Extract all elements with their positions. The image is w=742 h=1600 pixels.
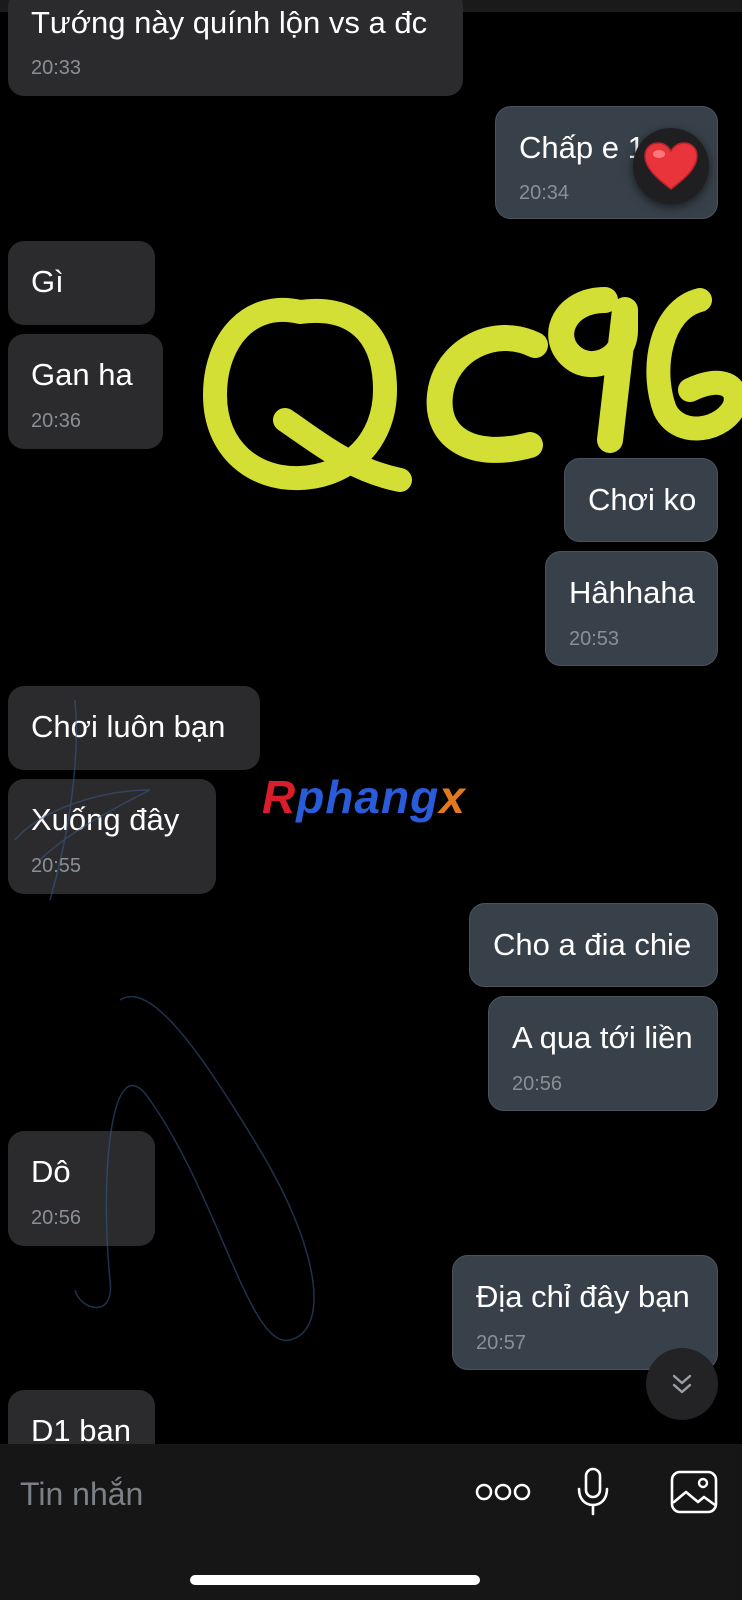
voice-message-button[interactable] [568, 1464, 618, 1520]
message-time: 20:53 [569, 628, 620, 650]
microphone-icon [577, 1467, 609, 1516]
image-icon [670, 1470, 718, 1514]
message-text: Dô [31, 1154, 71, 1189]
double-chevron-down-icon [672, 1374, 692, 1394]
message-text: Địa chỉ đây bạn [476, 1279, 690, 1314]
message-text: Chơi ko [588, 482, 697, 517]
message-text: Tướng này quính lộn vs a đc [31, 5, 428, 40]
watermark-logo: Rphangx [262, 771, 466, 823]
message-text: A qua tới liền [512, 1020, 693, 1055]
message-bubble-incoming[interactable]: Dô 20:56 [8, 1131, 155, 1246]
message-text: Cho a đia chie [493, 927, 692, 962]
message-bubble-incoming[interactable]: Gan ha 20:36 [8, 334, 163, 449]
message-bubble-incoming[interactable]: Tướng này quính lộn vs a đc 20:33 [8, 0, 463, 96]
message-text: D1 ban [31, 1413, 131, 1445]
scroll-to-bottom-button[interactable] [646, 1348, 718, 1420]
message-bubble-outgoing[interactable]: A qua tới liền 20:56 [488, 996, 718, 1111]
message-bubble-incoming[interactable]: Chơi luôn bạn [8, 686, 260, 770]
message-text: Chấp e 1 [519, 130, 645, 165]
heart-reaction-icon[interactable] [633, 128, 709, 204]
message-text: Chơi luôn bạn [31, 709, 226, 744]
more-icon [475, 1483, 531, 1501]
message-text: Gì [31, 264, 64, 299]
message-input[interactable] [18, 1468, 442, 1520]
home-indicator[interactable] [190, 1575, 480, 1585]
message-text: Gan ha [31, 357, 133, 392]
more-options-button[interactable] [470, 1470, 536, 1514]
message-text: Hâhhaha [569, 575, 695, 610]
message-bubble-incoming[interactable]: Xuống đây 20:55 [8, 779, 216, 894]
message-time: 20:36 [31, 410, 82, 432]
message-time: 20:56 [512, 1073, 563, 1095]
message-list[interactable]: Tướng này quính lộn vs a đc 20:33 Chấp e… [0, 0, 742, 1444]
attach-image-button[interactable] [668, 1466, 720, 1518]
message-time: 20:55 [31, 855, 82, 877]
message-bubble-incoming[interactable]: D1 ban [8, 1390, 155, 1444]
message-time: 20:56 [31, 1207, 82, 1229]
message-text: Xuống đây [31, 802, 180, 837]
message-time: 20:57 [476, 1332, 527, 1354]
message-time: 20:34 [519, 182, 570, 204]
message-bubble-outgoing[interactable]: Cho a đia chie [469, 903, 718, 987]
message-bubble-outgoing[interactable]: Hâhhaha 20:53 [545, 551, 718, 666]
message-bubble-outgoing[interactable]: Chơi ko [564, 458, 718, 542]
message-bubble-incoming[interactable]: Gì [8, 241, 155, 325]
message-time: 20:33 [31, 57, 82, 79]
